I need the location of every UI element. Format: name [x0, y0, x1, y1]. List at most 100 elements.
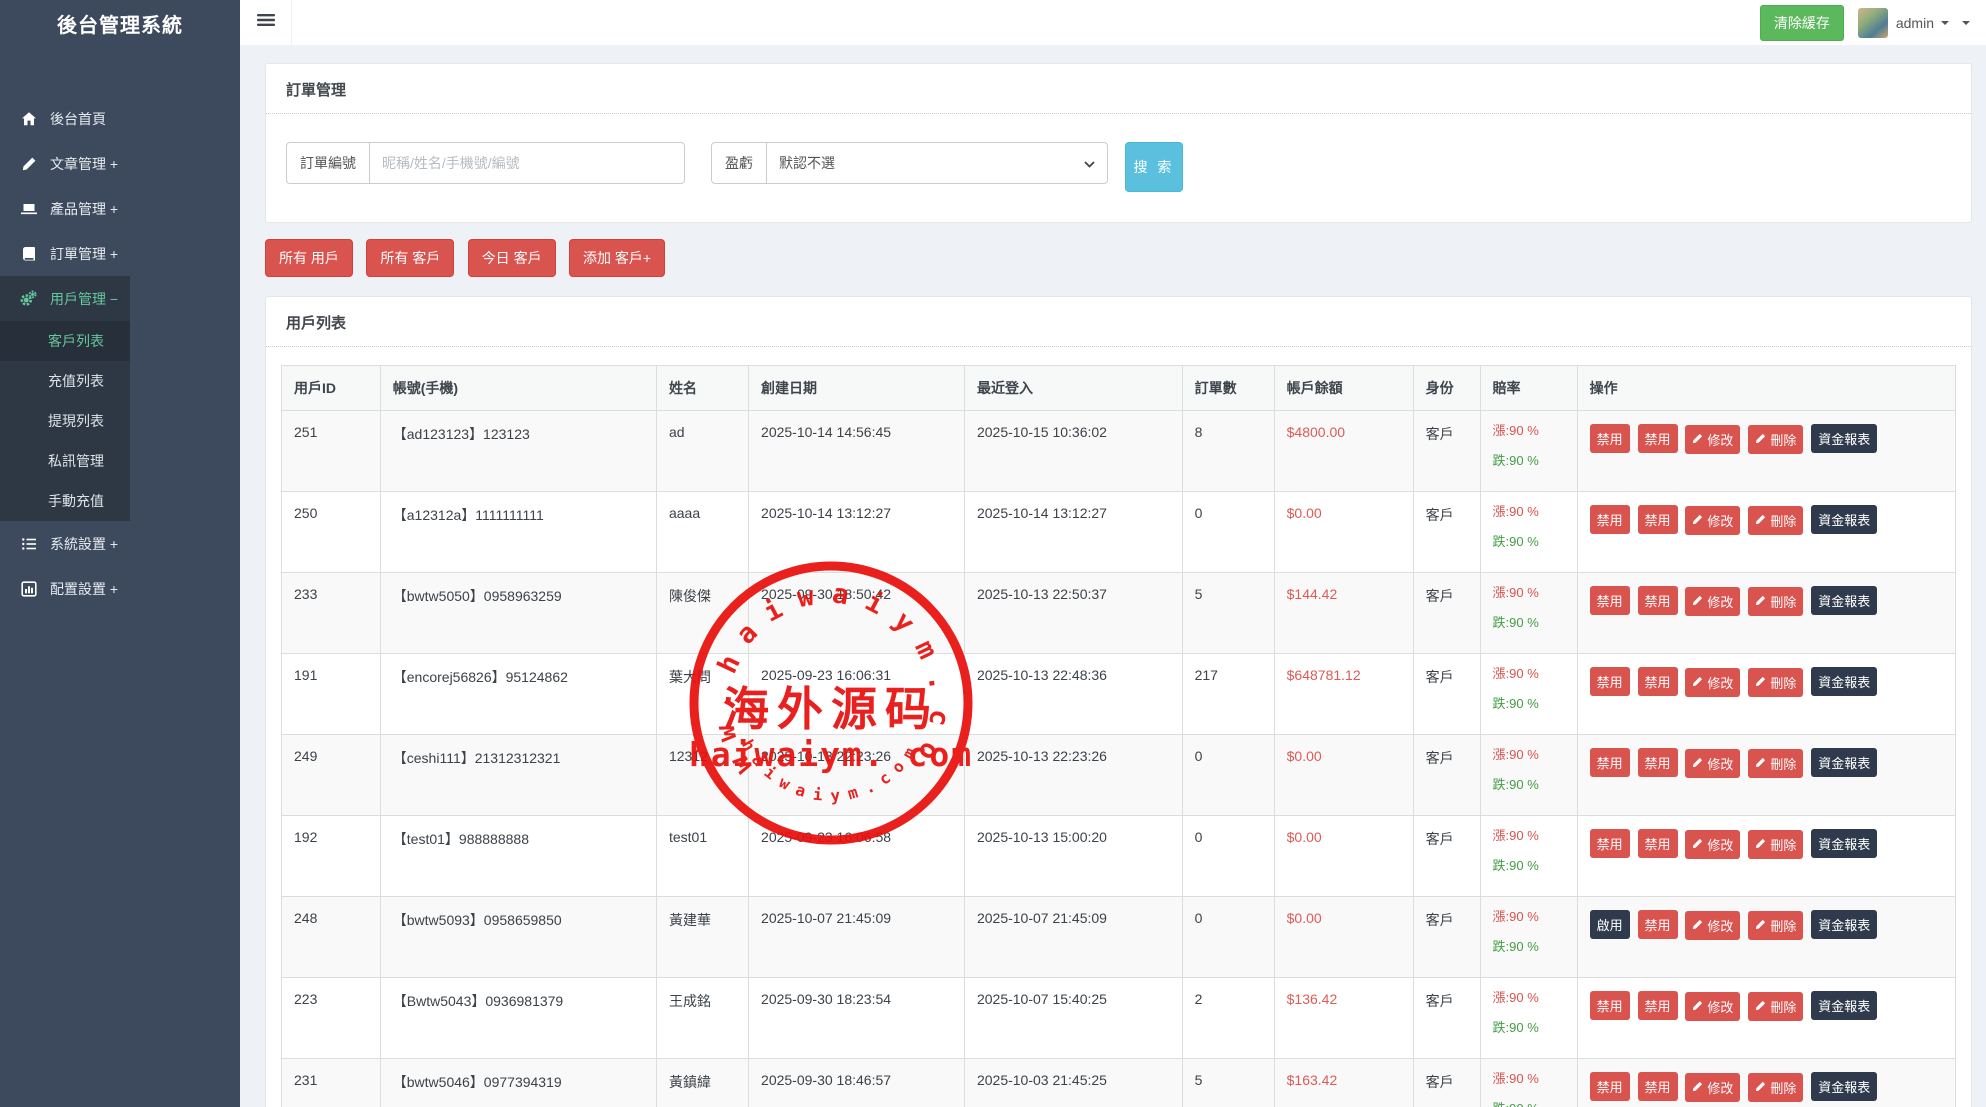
fund-report-button[interactable]: 資金報表	[1811, 424, 1877, 453]
cell-balance: $0.00	[1274, 492, 1413, 573]
cell-account: 【test01】988888888	[380, 816, 656, 897]
delete-button-label: 刪除	[1770, 1078, 1796, 1097]
toggle-status-button[interactable]: 啟用	[1590, 910, 1630, 939]
sidebar-item-config-settings[interactable]: 配置設置 +	[0, 566, 130, 611]
fund-report-button[interactable]: 資金報表	[1811, 1072, 1877, 1101]
disable-button[interactable]: 禁用	[1638, 910, 1678, 939]
cell-role: 客戶	[1413, 411, 1480, 492]
toggle-status-button[interactable]: 禁用	[1590, 667, 1630, 696]
edit-button[interactable]: 修改	[1685, 830, 1740, 859]
toggle-status-button[interactable]: 禁用	[1590, 424, 1630, 453]
toggle-status-button[interactable]: 禁用	[1590, 991, 1630, 1020]
fund-report-button[interactable]: 資金報表	[1811, 991, 1877, 1020]
cell-last-login: 2025-10-13 22:50:37	[964, 573, 1182, 654]
pencil-icon	[1755, 432, 1766, 447]
cell-balance: $144.42	[1274, 573, 1413, 654]
sidebar-item-products[interactable]: 產品管理 +	[0, 186, 130, 231]
disable-button[interactable]: 禁用	[1638, 1072, 1678, 1101]
add-customer-button[interactable]: 添加 客戶+	[569, 239, 665, 277]
delete-button[interactable]: 刪除	[1748, 1073, 1803, 1102]
edit-button[interactable]: 修改	[1685, 668, 1740, 697]
chevron-down-icon[interactable]	[1962, 21, 1970, 25]
disable-button[interactable]: 禁用	[1638, 586, 1678, 615]
cell-account: 【a12312a】1111111111	[380, 492, 656, 573]
table-row: 231 【bwtw5046】0977394319 黃鎮緯 2025-09-30 …	[282, 1059, 1956, 1107]
disable-button[interactable]: 禁用	[1638, 667, 1678, 696]
disable-button[interactable]: 禁用	[1638, 829, 1678, 858]
fund-report-button[interactable]: 資金報表	[1811, 505, 1877, 534]
submenu-item-withdraw-list[interactable]: 提現列表	[0, 401, 130, 441]
toggle-status-button[interactable]: 禁用	[1590, 505, 1630, 534]
sidebar-menu: 後台首頁 文章管理 + 產品管理 + 訂單管理 +	[0, 96, 240, 611]
all-users-button[interactable]: 所有 用戶	[265, 239, 353, 277]
submenu-item-customer-list[interactable]: 客戶列表	[0, 321, 130, 361]
submenu-item-manual-recharge[interactable]: 手動充值	[0, 481, 130, 521]
disable-button[interactable]: 禁用	[1638, 748, 1678, 777]
disable-button[interactable]: 禁用	[1638, 505, 1678, 534]
sidebar-item-articles[interactable]: 文章管理 +	[0, 141, 130, 186]
username[interactable]: admin	[1896, 15, 1934, 31]
fund-report-button[interactable]: 資金報表	[1811, 910, 1877, 939]
disable-button[interactable]: 禁用	[1638, 424, 1678, 453]
odds-rise: 漲:90 %	[1493, 505, 1565, 518]
pencil-icon	[1755, 594, 1766, 609]
today-customers-button[interactable]: 今日 客戶	[468, 239, 556, 277]
odds-fall: 跌:90 %	[1493, 1102, 1565, 1107]
avatar[interactable]	[1858, 8, 1888, 38]
toggle-status-button[interactable]: 禁用	[1590, 829, 1630, 858]
delete-button[interactable]: 刪除	[1748, 992, 1803, 1021]
sidebar-item-home[interactable]: 後台首頁	[0, 96, 130, 141]
gears-icon	[20, 290, 37, 307]
edit-button-label: 修改	[1707, 1078, 1733, 1097]
search-input[interactable]	[369, 142, 685, 184]
delete-button[interactable]: 刪除	[1748, 425, 1803, 454]
delete-button[interactable]: 刪除	[1748, 587, 1803, 616]
delete-button[interactable]: 刪除	[1748, 830, 1803, 859]
search-button[interactable]: 搜 索	[1125, 142, 1183, 192]
delete-button[interactable]: 刪除	[1748, 506, 1803, 535]
cell-order-count: 2	[1182, 978, 1274, 1059]
edit-button[interactable]: 修改	[1685, 587, 1740, 616]
submenu-item-recharge-list[interactable]: 充值列表	[0, 361, 130, 401]
delete-button[interactable]: 刪除	[1748, 668, 1803, 697]
fund-report-button[interactable]: 資金報表	[1811, 586, 1877, 615]
edit-button-label: 修改	[1707, 997, 1733, 1016]
sidebar-item-users[interactable]: 用戶管理 −	[0, 276, 130, 321]
sidebar-item-orders[interactable]: 訂單管理 +	[0, 231, 130, 276]
submenu-item-message-mgmt[interactable]: 私訊管理	[0, 441, 130, 481]
delete-button[interactable]: 刪除	[1748, 749, 1803, 778]
cell-name: 葉大問	[656, 654, 748, 735]
all-customers-button[interactable]: 所有 客戶	[366, 239, 454, 277]
fund-report-button[interactable]: 資金報表	[1811, 829, 1877, 858]
edit-button[interactable]: 修改	[1685, 911, 1740, 940]
toggle-status-button[interactable]: 禁用	[1590, 748, 1630, 777]
clear-cache-button[interactable]: 清除緩存	[1760, 5, 1844, 41]
sidebar-toggle-button[interactable]	[240, 0, 292, 45]
profit-select[interactable]: 默認不選	[766, 142, 1108, 184]
sidebar-item-label: 產品管理 +	[50, 199, 118, 219]
table-row: 233 【bwtw5050】0958963259 陳俊傑 2025-09-30 …	[282, 573, 1956, 654]
delete-button[interactable]: 刪除	[1748, 911, 1803, 940]
pencil-icon	[1692, 756, 1703, 771]
fund-report-button[interactable]: 資金報表	[1811, 748, 1877, 777]
column-header: 姓名	[656, 366, 748, 411]
edit-button[interactable]: 修改	[1685, 992, 1740, 1021]
chevron-down-icon[interactable]	[1941, 21, 1949, 25]
edit-button-label: 修改	[1707, 430, 1733, 449]
fund-report-button[interactable]: 資金報表	[1811, 667, 1877, 696]
cell-created-date: 2025-10-07 21:45:09	[749, 897, 965, 978]
edit-button[interactable]: 修改	[1685, 749, 1740, 778]
edit-button[interactable]: 修改	[1685, 1073, 1740, 1102]
pencil-icon	[1692, 918, 1703, 933]
delete-button-label: 刪除	[1770, 673, 1796, 692]
toggle-status-button[interactable]: 禁用	[1590, 1072, 1630, 1101]
select-chevron-icon	[1084, 155, 1095, 171]
cell-user-id: 223	[282, 978, 381, 1059]
edit-button[interactable]: 修改	[1685, 425, 1740, 454]
edit-button[interactable]: 修改	[1685, 506, 1740, 535]
toggle-status-button[interactable]: 禁用	[1590, 586, 1630, 615]
profit-select-value: 默認不選	[779, 153, 835, 173]
disable-button[interactable]: 禁用	[1638, 991, 1678, 1020]
sidebar-item-system-settings[interactable]: 系統設置 +	[0, 521, 130, 566]
delete-button-label: 刪除	[1770, 430, 1796, 449]
